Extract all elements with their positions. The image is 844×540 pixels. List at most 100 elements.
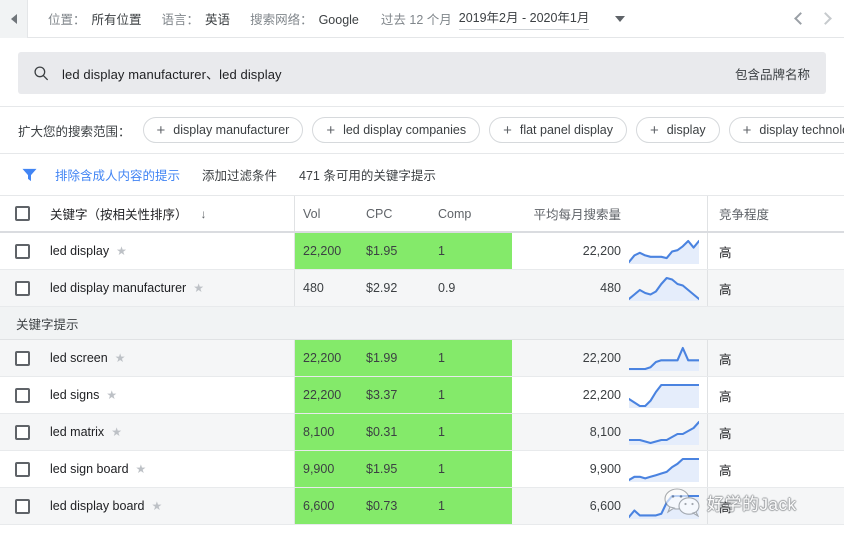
chevron-down-icon[interactable] bbox=[615, 15, 626, 22]
cell-vol: 480 bbox=[303, 281, 324, 295]
table-row[interactable]: led display ★ 22,200 $1.95 1 22,200 高 bbox=[0, 233, 844, 270]
keyword-text: led screen bbox=[50, 351, 108, 365]
cell-comp: 0.9 bbox=[438, 281, 456, 295]
row-checkbox[interactable] bbox=[14, 424, 30, 440]
cell-comp: 1 bbox=[438, 425, 445, 439]
row-select-cell bbox=[0, 414, 44, 450]
filter-toolbar: 位置： 所有位置 语言： 英语 搜索网络： Google 过去 12 个月 20… bbox=[0, 0, 844, 38]
collapse-panel-button[interactable] bbox=[0, 0, 28, 38]
table-header-row: 关键字（按相关性排序） ↓ Vol CPC Comp 平均每月搜索量 竞争程度 bbox=[0, 196, 844, 233]
filter-language-label: 语言： bbox=[161, 13, 200, 27]
keyword-text: led display manufacturer bbox=[50, 281, 187, 295]
hint-toolbar: 排除含成人内容的提示 添加过滤条件 471 条可用的关键字提示 bbox=[0, 153, 844, 196]
expand-chip-label: display bbox=[666, 123, 706, 137]
expand-chip-label: flat panel display bbox=[519, 123, 613, 137]
search-input[interactable]: led display manufacturer、led display 包含品… bbox=[18, 52, 826, 94]
cell-competition: 高 bbox=[707, 414, 844, 450]
cell-keyword[interactable]: led display manufacturer ★ bbox=[44, 270, 295, 306]
cell-keyword[interactable]: led matrix ★ bbox=[44, 414, 295, 450]
cell-vol: 6,600 bbox=[303, 499, 335, 513]
star-icon[interactable]: ★ bbox=[111, 426, 122, 438]
row-checkbox[interactable] bbox=[14, 498, 30, 514]
keyword-text: led display bbox=[50, 244, 110, 258]
cell-vol: 22,200 bbox=[303, 388, 342, 402]
cell-keyword[interactable]: led display ★ bbox=[44, 233, 295, 269]
arrow-down-icon[interactable]: ↓ bbox=[201, 207, 207, 221]
cell-comp: 1 bbox=[438, 244, 445, 258]
expand-chip-led-display-companies[interactable]: + led display companies bbox=[312, 117, 481, 143]
filter-location[interactable]: 位置： 所有位置 bbox=[48, 9, 142, 28]
filter-network-value: Google bbox=[318, 13, 359, 27]
row-checkbox[interactable] bbox=[14, 350, 30, 366]
star-icon[interactable]: ★ bbox=[116, 245, 127, 257]
keyword-text: led display board bbox=[50, 499, 145, 513]
header-comp[interactable]: Comp bbox=[438, 196, 512, 231]
table-row[interactable]: led display board ★ 6,600 $0.73 1 6,600 高 bbox=[0, 488, 844, 525]
keyword-text: led matrix bbox=[50, 425, 105, 439]
funnel-icon[interactable] bbox=[22, 168, 37, 182]
row-checkbox[interactable] bbox=[14, 243, 30, 259]
date-range-prefix: 过去 12 个月 bbox=[380, 13, 452, 27]
cell-trend-sparkline bbox=[629, 340, 707, 376]
filter-location-label: 位置： bbox=[48, 13, 86, 27]
cell-cpc: $1.95 bbox=[366, 244, 398, 258]
plus-icon: + bbox=[503, 121, 512, 139]
header-avg-monthly-searches[interactable]: 平均每月搜索量 bbox=[512, 196, 629, 231]
cell-avg-monthly-searches: 8,100 bbox=[589, 425, 621, 439]
filter-network[interactable]: 搜索网络： Google bbox=[250, 9, 359, 28]
row-select-cell bbox=[0, 451, 44, 487]
star-icon[interactable]: ★ bbox=[115, 352, 126, 364]
cell-avg-monthly-searches: 22,200 bbox=[582, 388, 621, 402]
date-range-selector[interactable]: 过去 12 个月 2019年2月 - 2020年1月 bbox=[381, 7, 626, 30]
cell-competition: 高 bbox=[707, 340, 844, 376]
keyword-planner-page: 位置： 所有位置 语言： 英语 搜索网络： Google 过去 12 个月 20… bbox=[0, 0, 844, 540]
expand-chip-label: display technology bbox=[759, 123, 844, 137]
add-filter-button[interactable]: 添加过滤条件 bbox=[202, 165, 277, 184]
expand-chip-label: led display companies bbox=[343, 123, 467, 137]
star-icon[interactable]: ★ bbox=[152, 500, 163, 512]
header-vol[interactable]: Vol bbox=[295, 196, 366, 231]
header-keyword-label: 关键字（按相关性排序） bbox=[50, 208, 188, 222]
cell-vol: 22,200 bbox=[303, 351, 342, 365]
cell-cpc: $1.99 bbox=[366, 351, 398, 365]
table-row[interactable]: led screen ★ 22,200 $1.99 1 22,200 高 bbox=[0, 340, 844, 377]
row-checkbox[interactable] bbox=[14, 387, 30, 403]
cell-keyword[interactable]: led signs ★ bbox=[44, 377, 295, 413]
table-row[interactable]: led sign board ★ 9,900 $1.95 1 9,900 高 bbox=[0, 451, 844, 488]
chevron-right-icon[interactable] bbox=[819, 12, 832, 25]
row-checkbox[interactable] bbox=[14, 280, 30, 296]
table-row[interactable]: led matrix ★ 8,100 $0.31 1 8,100 高 bbox=[0, 414, 844, 451]
row-checkbox[interactable] bbox=[14, 461, 30, 477]
cell-keyword[interactable]: led display board ★ bbox=[44, 488, 295, 524]
group-header-label: 关键字提示 bbox=[16, 317, 79, 332]
search-icon bbox=[34, 66, 48, 81]
cell-trend-sparkline bbox=[629, 414, 707, 450]
select-all-checkbox[interactable] bbox=[14, 206, 30, 221]
header-cpc[interactable]: CPC bbox=[366, 196, 438, 231]
expand-chip-display-manufacturer[interactable]: + display manufacturer bbox=[142, 117, 304, 143]
star-icon[interactable]: ★ bbox=[136, 463, 147, 475]
exclude-adult-link[interactable]: 排除含成人内容的提示 bbox=[55, 165, 180, 184]
expand-chip-label: display manufacturer bbox=[173, 123, 290, 137]
cell-cpc: $0.73 bbox=[366, 499, 398, 513]
expand-chip-display-technology[interactable]: + display technology bbox=[728, 117, 844, 143]
header-keyword[interactable]: 关键字（按相关性排序） ↓ bbox=[44, 196, 295, 231]
cell-keyword[interactable]: led screen ★ bbox=[44, 340, 295, 376]
row-select-cell bbox=[0, 270, 44, 306]
keyword-text: led sign board bbox=[50, 462, 129, 476]
cell-competition: 高 bbox=[707, 451, 844, 487]
expand-chip-flat-panel-display[interactable]: + flat panel display bbox=[489, 117, 627, 143]
cell-keyword[interactable]: led sign board ★ bbox=[44, 451, 295, 487]
filter-language[interactable]: 语言： 英语 bbox=[162, 9, 231, 28]
header-spark-spacer bbox=[629, 196, 707, 231]
cell-cpc: $2.92 bbox=[366, 281, 398, 295]
table-row[interactable]: led display manufacturer ★ 480 $2.92 0.9 480 高 bbox=[0, 270, 844, 307]
expand-chip-display[interactable]: + display bbox=[635, 117, 720, 143]
table-row[interactable]: led signs ★ 22,200 $3.37 1 22,200 高 bbox=[0, 377, 844, 414]
star-icon[interactable]: ★ bbox=[193, 282, 204, 294]
header-competition[interactable]: 竞争程度 bbox=[707, 196, 844, 231]
cell-trend-sparkline bbox=[629, 451, 707, 487]
cell-avg-monthly-searches: 22,200 bbox=[582, 244, 621, 258]
chevron-left-icon[interactable] bbox=[794, 12, 807, 25]
star-icon[interactable]: ★ bbox=[106, 389, 117, 401]
